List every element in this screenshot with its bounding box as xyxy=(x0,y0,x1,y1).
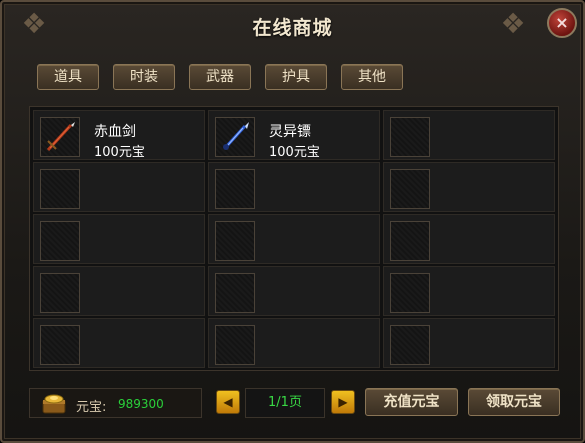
empty-cell[interactable] xyxy=(33,162,205,212)
empty-cell[interactable] xyxy=(208,214,380,264)
empty-cell[interactable] xyxy=(383,266,555,316)
empty-slot[interactable] xyxy=(390,325,430,365)
empty-slot[interactable] xyxy=(390,221,430,261)
currency-label: 元宝: xyxy=(76,400,107,415)
recharge-button[interactable]: 充值元宝 xyxy=(365,388,458,416)
item-name: 灵异镖 xyxy=(269,124,311,140)
item-grid: 赤血剑 100元宝 灵异镖 100元宝 xyxy=(29,106,559,371)
gold-ingot-chest-icon xyxy=(40,392,70,420)
item-slot[interactable] xyxy=(40,117,80,157)
empty-cell[interactable] xyxy=(208,162,380,212)
empty-slot[interactable] xyxy=(215,273,255,313)
empty-cell[interactable] xyxy=(383,318,555,368)
shop-item-cell[interactable]: 赤血剑 100元宝 xyxy=(33,110,205,160)
shop-window: ❖ 在线商城 ❖ × 道具 时装 武器 护具 其他 赤血剑 100元宝 灵异镖 … xyxy=(0,0,585,443)
corner-ornament-right: ❖ xyxy=(500,7,526,40)
empty-slot[interactable] xyxy=(215,169,255,209)
empty-slot[interactable] xyxy=(215,221,255,261)
empty-cell[interactable] xyxy=(208,266,380,316)
tab-items[interactable]: 道具 xyxy=(37,64,99,90)
empty-cell[interactable] xyxy=(208,318,380,368)
empty-cell[interactable] xyxy=(33,266,205,316)
empty-cell[interactable] xyxy=(383,110,555,160)
tab-armor[interactable]: 护具 xyxy=(265,64,327,90)
bottom-bar: 元宝: 989300 ◀ 1/1页 ▶ 充值元宝 领取元宝 xyxy=(2,382,583,432)
empty-slot[interactable] xyxy=(40,169,80,209)
prev-page-button[interactable]: ◀ xyxy=(216,390,240,414)
red-sword-icon xyxy=(46,122,75,152)
item-name: 赤血剑 xyxy=(94,124,136,140)
empty-slot[interactable] xyxy=(40,325,80,365)
empty-slot[interactable] xyxy=(390,169,430,209)
tab-weapons[interactable]: 武器 xyxy=(189,64,251,90)
blue-dart-icon xyxy=(223,122,249,150)
tab-other[interactable]: 其他 xyxy=(341,64,403,90)
item-price: 100元宝 xyxy=(269,145,320,160)
item-price: 100元宝 xyxy=(94,145,145,160)
tab-fashion[interactable]: 时装 xyxy=(113,64,175,90)
empty-slot[interactable] xyxy=(40,273,80,313)
close-button[interactable]: × xyxy=(547,8,577,38)
empty-cell[interactable] xyxy=(33,214,205,264)
empty-slot[interactable] xyxy=(390,273,430,313)
empty-slot[interactable] xyxy=(390,117,430,157)
empty-cell[interactable] xyxy=(383,214,555,264)
currency-display: 元宝: 989300 xyxy=(29,388,202,418)
empty-slot[interactable] xyxy=(215,325,255,365)
title-bar: ❖ 在线商城 ❖ × xyxy=(2,2,583,52)
item-slot[interactable] xyxy=(215,117,255,157)
currency-value: 989300 xyxy=(118,397,164,411)
claim-button[interactable]: 领取元宝 xyxy=(468,388,560,416)
empty-slot[interactable] xyxy=(40,221,80,261)
page-indicator: 1/1页 xyxy=(245,388,325,418)
shop-item-cell[interactable]: 灵异镖 100元宝 xyxy=(208,110,380,160)
empty-cell[interactable] xyxy=(33,318,205,368)
next-page-button[interactable]: ▶ xyxy=(331,390,355,414)
empty-cell[interactable] xyxy=(383,162,555,212)
